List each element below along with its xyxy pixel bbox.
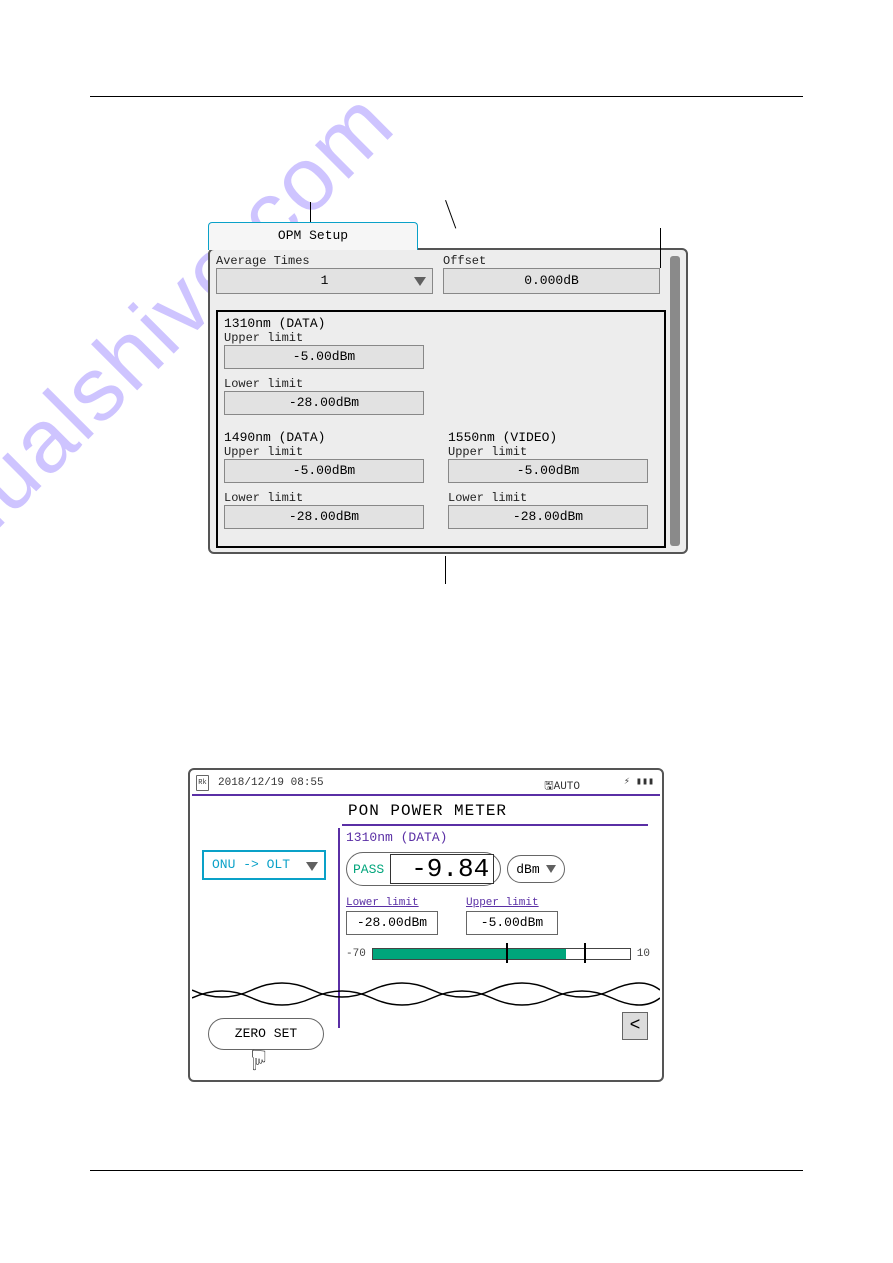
measurement-direction-dropdown[interactable]: ONU -> OLT: [202, 850, 326, 880]
wavelength-1310-title: 1310nm (DATA): [224, 316, 438, 331]
lower-limit-value-1310[interactable]: -28.00dBm: [224, 391, 424, 415]
pon-main-pane: 1310nm (DATA) PASS -9.84 dBm Lower limit…: [346, 830, 650, 963]
wavelength-1550-title: 1550nm (VIDEO): [448, 430, 662, 445]
power-bar-fill: [373, 949, 566, 959]
upper-limit-value-1490[interactable]: -5.00dBm: [224, 459, 424, 483]
scrollbar[interactable]: [670, 256, 680, 546]
chevron-down-icon: [414, 277, 426, 286]
threshold-frame: 1310nm (DATA) Upper limit -5.00dBm Lower…: [216, 310, 666, 548]
tab-opm-setup[interactable]: OPM Setup: [208, 222, 418, 250]
bar-min: -70: [346, 948, 366, 960]
lower-limit-value-1490[interactable]: -28.00dBm: [224, 505, 424, 529]
wavelength-reading-title: 1310nm (DATA): [346, 830, 650, 845]
callout-tick: [445, 556, 446, 584]
upper-limit-label-1550: Upper limit: [448, 445, 662, 459]
lower-limit-label-1490: Lower limit: [224, 491, 438, 505]
upper-limit-box[interactable]: -5.00dBm: [466, 911, 558, 935]
threshold-marker: [506, 943, 508, 963]
page-bottom-rule: [90, 1170, 803, 1171]
upper-limit-value-1310[interactable]: -5.00dBm: [224, 345, 424, 369]
power-reading-value: -9.84: [390, 854, 494, 884]
bar-max: 10: [637, 948, 650, 960]
status-bar: Rk 2018/12/19 08:55 🖫AUTO ⚡ ▮▮▮: [192, 772, 660, 796]
pon-power-meter-panel: Rk 2018/12/19 08:55 🖫AUTO ⚡ ▮▮▮ PON POWE…: [192, 772, 660, 1078]
auto-indicator: 🖫AUTO: [544, 777, 580, 796]
torn-edge: [192, 982, 660, 1006]
battery-icon: ⚡ ▮▮▮: [624, 776, 654, 788]
callout-tick: [660, 228, 661, 268]
lower-limit-label-1310: Lower limit: [224, 377, 438, 391]
pass-fail-label: PASS: [353, 862, 384, 877]
upper-limit-value-1550[interactable]: -5.00dBm: [448, 459, 648, 483]
lower-limit-value-1550[interactable]: -28.00dBm: [448, 505, 648, 529]
average-times-value: 1: [321, 273, 329, 288]
page-top-rule: [90, 96, 803, 97]
datetime: 2018/12/19 08:55: [218, 777, 324, 789]
unit-dropdown[interactable]: dBm: [507, 855, 564, 883]
hand-cursor-icon: ☟: [250, 1044, 267, 1077]
chevron-down-icon: [306, 862, 318, 871]
threshold-marker: [584, 943, 586, 963]
upper-limit-label-1490: Upper limit: [224, 445, 438, 459]
file-icon: Rk: [196, 775, 209, 791]
callout-tick: [445, 200, 456, 229]
lower-limit-label: Lower limit: [346, 897, 438, 909]
pon-title: PON POWER METER: [348, 802, 507, 820]
unit-label: dBm: [516, 862, 539, 877]
wavelength-1490-title: 1490nm (DATA): [224, 430, 438, 445]
chevron-down-icon: [546, 865, 556, 873]
lower-limit-label-1550: Lower limit: [448, 491, 662, 505]
upper-limit-label: Upper limit: [466, 897, 558, 909]
average-times-label: Average Times: [216, 254, 433, 268]
power-bar-track: [372, 948, 631, 960]
pass-fail-pill: PASS -9.84: [346, 852, 501, 886]
title-rule: [342, 824, 648, 826]
lower-limit-box[interactable]: -28.00dBm: [346, 911, 438, 935]
upper-limit-label-1310: Upper limit: [224, 331, 438, 345]
offset-label: Offset: [443, 254, 660, 268]
average-times-dropdown[interactable]: 1: [216, 268, 433, 294]
callout-tick: [310, 202, 311, 222]
measurement-direction-value: ONU -> OLT: [212, 857, 290, 872]
offset-value-box[interactable]: 0.000dB: [443, 268, 660, 294]
back-button[interactable]: <: [622, 1012, 648, 1040]
opm-setup-panel: OPM Setup Average Times 1 Offset 0.000dB: [208, 248, 688, 554]
